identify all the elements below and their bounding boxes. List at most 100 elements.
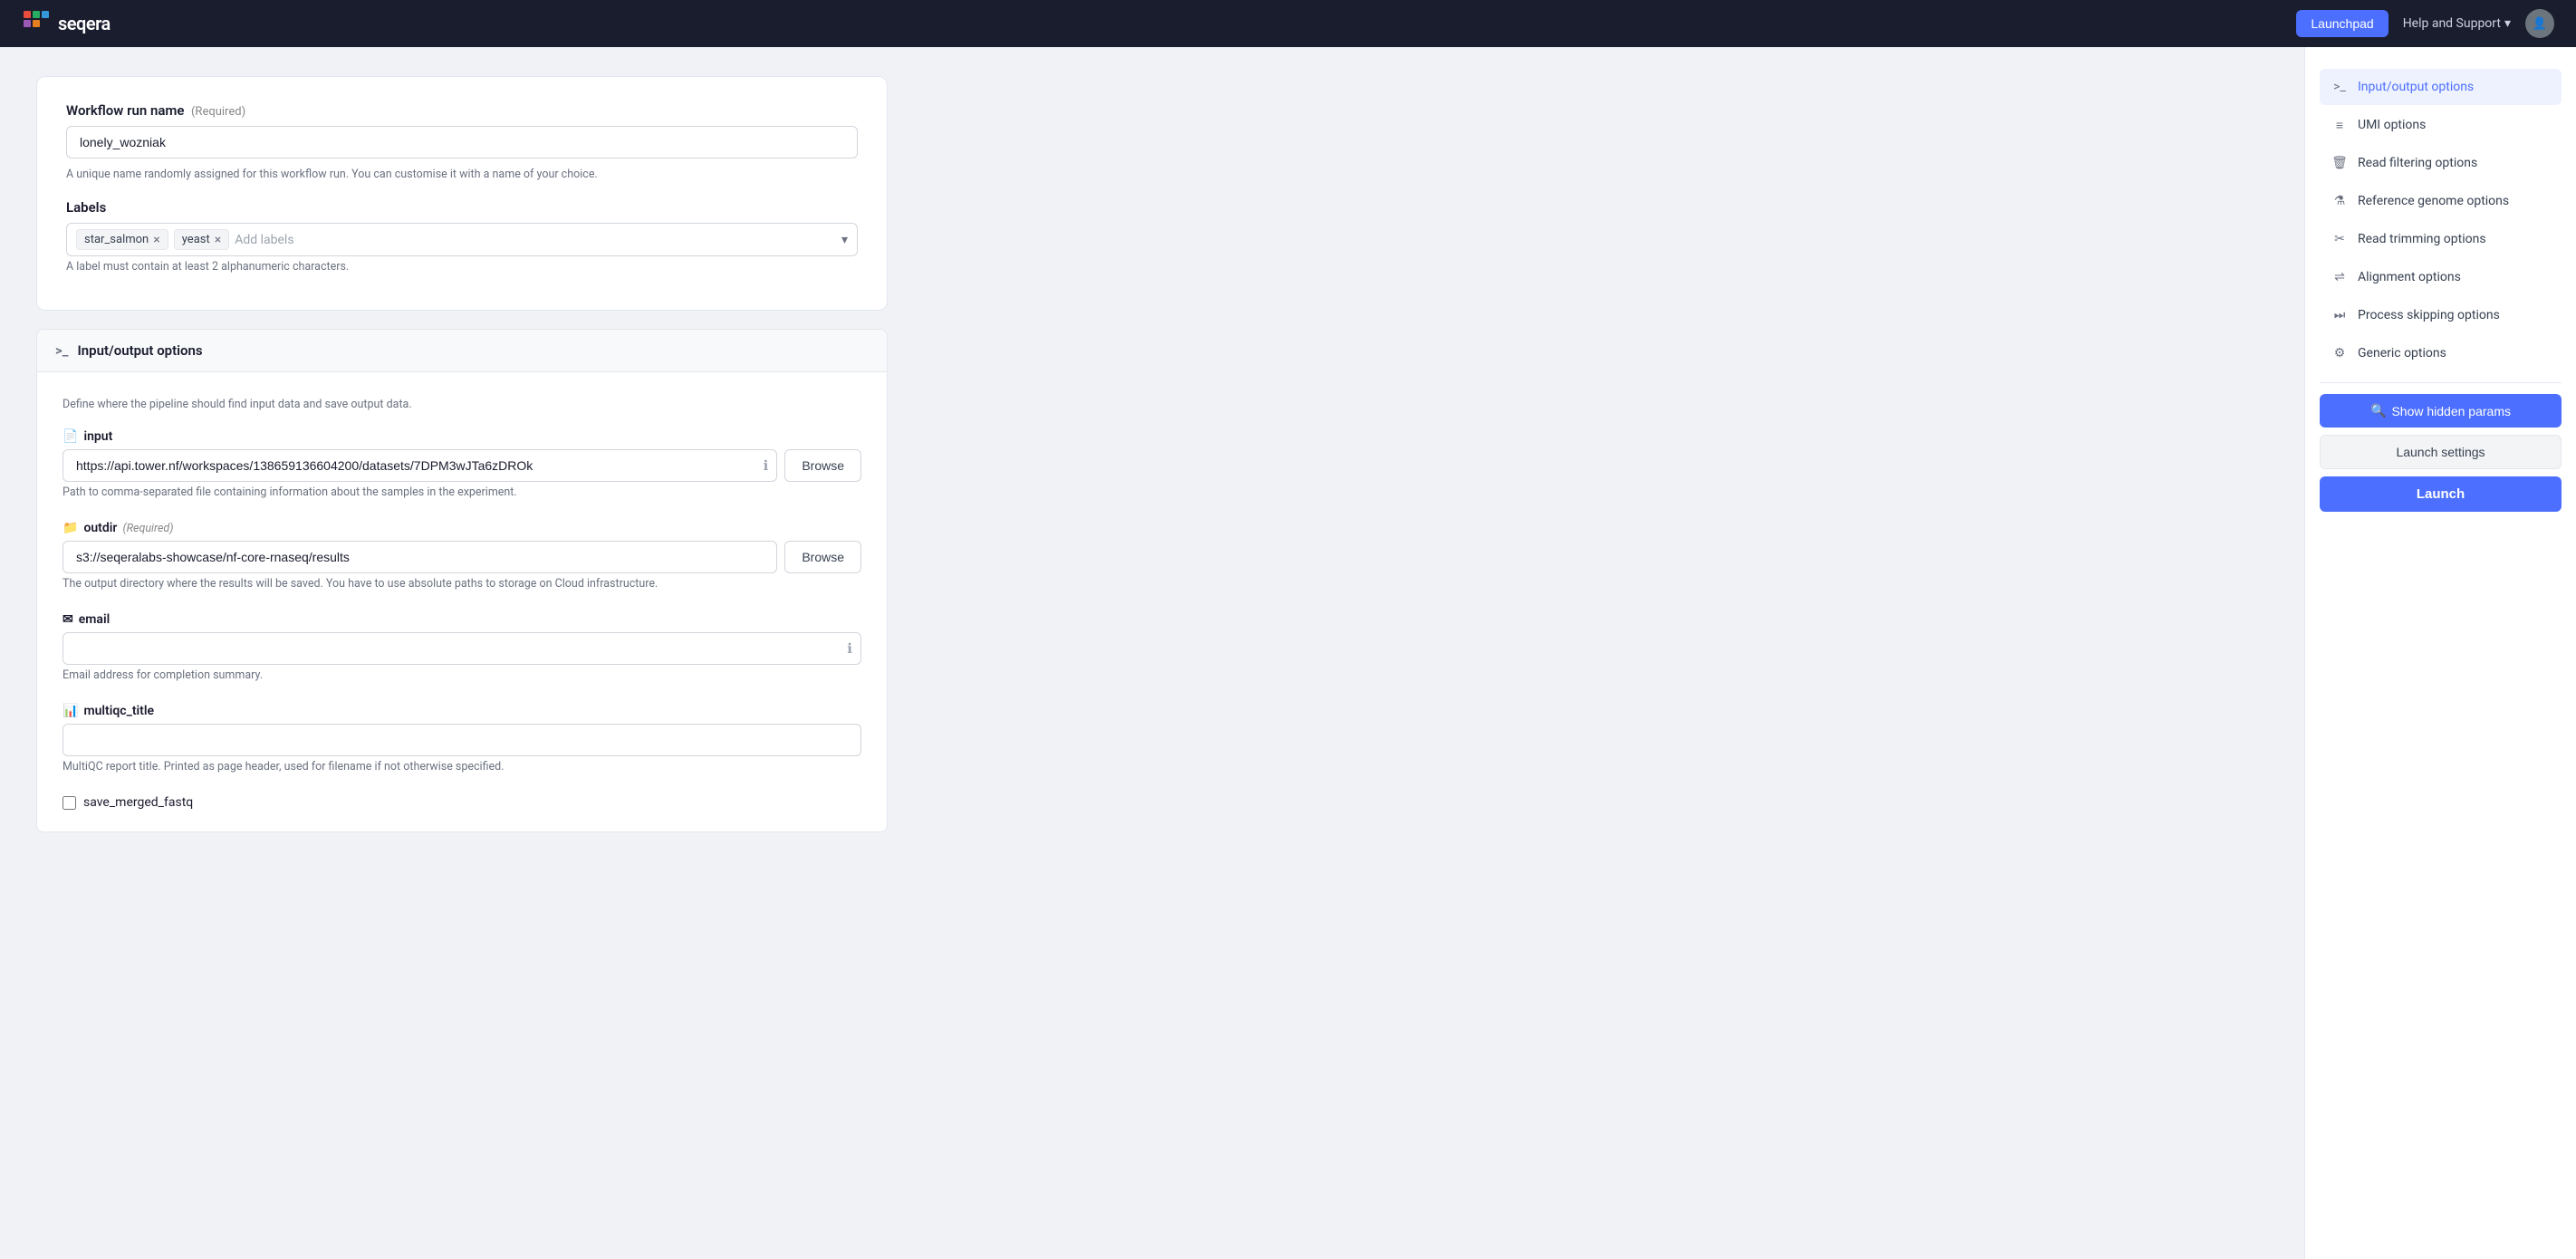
show-hidden-icon: 🔍 [2370,403,2386,418]
right-sidebar: >_ Input/output options ≡ UMI options 🗑 … [2304,47,2576,1259]
email-field[interactable] [62,632,861,665]
input-output-section: >_ Input/output options Define where the… [36,329,888,832]
section-description: Define where the pipeline should find in… [62,398,861,411]
outdir-with-browse: Browse [62,541,861,573]
sidebar-item-process-skipping-label: Process skipping options [2358,308,2500,322]
labels-input[interactable]: star_salmon × yeast × Add labels ▾ [66,223,858,256]
outdir-browse-button[interactable]: Browse [784,541,861,573]
multiqc-label-icon: 📊 [62,704,78,718]
alignment-nav-icon: ⇌ [2331,268,2349,286]
avatar-icon: 👤 [2533,17,2547,31]
label-tag-close-star-salmon[interactable]: × [153,234,159,246]
sidebar-item-read-trimming-label: Read trimming options [2358,232,2486,246]
run-name-hint: A unique name randomly assigned for this… [66,168,858,181]
labels-hint: A label must contain at least 2 alphanum… [66,260,858,274]
sidebar-item-umi[interactable]: ≡ UMI options [2320,107,2562,143]
input-label-icon: 📄 [62,429,78,444]
multiqc-hint: MultiQC report title. Printed as page he… [62,760,861,774]
sidebar-item-input-output-label: Input/output options [2358,80,2474,94]
input-field-group: 📄 input ℹ Browse Path to comma-separated… [62,429,861,499]
input-output-section-icon: >_ [55,342,68,359]
outdir-field[interactable] [62,541,777,573]
show-hidden-label: Show hidden params [2391,404,2511,418]
label-tag-star-salmon: star_salmon × [76,229,168,250]
sidebar-item-read-filtering[interactable]: 🗑 Read filtering options [2320,145,2562,181]
sidebar-item-alignment[interactable]: ⇌ Alignment options [2320,259,2562,295]
run-name-label-row: Workflow run name (Required) [66,102,858,119]
save-merged-fastq-row: save_merged_fastq [62,795,861,810]
help-support-label: Help and Support [2403,16,2501,31]
multiqc-label-text: multiqc_title [83,704,154,718]
save-merged-fastq-label: save_merged_fastq [83,795,193,810]
section-body-input-output: Define where the pipeline should find in… [36,372,888,832]
multiqc-title-field-label: 📊 multiqc_title [62,704,861,718]
umi-nav-icon: ≡ [2331,116,2349,134]
label-tag-close-yeast[interactable]: × [215,234,221,246]
generic-nav-icon: ⚙ [2331,344,2349,362]
main-content: Workflow run name (Required) A unique na… [0,47,924,1259]
multiqc-title-field[interactable] [62,724,861,756]
outdir-label-text: outdir [83,521,117,535]
sidebar-item-reference-genome[interactable]: ⚗ Reference genome options [2320,183,2562,219]
input-hint: Path to comma-separated file containing … [62,485,861,499]
input-output-nav-icon: >_ [2331,78,2349,96]
avatar[interactable]: 👤 [2525,9,2554,38]
outdir-label-icon: 📁 [62,521,78,535]
launchpad-button[interactable]: Launchpad [2296,10,2388,37]
sidebar-item-umi-label: UMI options [2358,118,2426,132]
email-icon-wrapper: ℹ [62,632,861,665]
sidebar-nav: >_ Input/output options ≡ UMI options 🗑 … [2320,69,2562,371]
sidebar-item-generic-label: Generic options [2358,346,2446,360]
email-field-label: ✉ email [62,612,861,627]
input-icon-wrapper: ℹ [62,449,777,482]
logo-text: seqera [58,13,111,34]
seqera-logo-icon [22,9,51,38]
process-skipping-nav-icon: ⏭ [2331,306,2349,324]
labels-dropdown-arrow[interactable]: ▾ [841,233,848,247]
show-hidden-params-button[interactable]: 🔍 Show hidden params [2320,394,2562,428]
launch-button[interactable]: Launch [2320,476,2562,512]
page-layout: Workflow run name (Required) A unique na… [0,47,2576,1259]
logo: seqera [22,9,111,38]
input-label-text: input [83,429,112,444]
multiqc-title-field-group: 📊 multiqc_title MultiQC report title. Pr… [62,704,861,774]
input-info-icon[interactable]: ℹ [764,457,769,474]
run-name-input[interactable] [66,126,858,159]
read-trimming-nav-icon: ✂ [2331,230,2349,248]
topnav: seqera Launchpad Help and Support ▾ 👤 [0,0,2576,47]
save-merged-fastq-checkbox[interactable] [62,796,76,810]
input-browse-button[interactable]: Browse [784,449,861,482]
sidebar-item-read-filtering-label: Read filtering options [2358,156,2477,170]
run-name-required: (Required) [191,105,245,119]
email-label-text: email [79,612,111,627]
input-with-browse: ℹ Browse [62,449,861,482]
sidebar-item-process-skipping[interactable]: ⏭ Process skipping options [2320,297,2562,333]
sidebar-item-alignment-label: Alignment options [2358,270,2461,284]
topnav-right: Launchpad Help and Support ▾ 👤 [2296,9,2554,38]
section-title-input-output: Input/output options [77,342,202,359]
email-label-icon: ✉ [62,612,73,627]
labels-title: Labels [66,199,858,216]
sidebar-item-read-trimming[interactable]: ✂ Read trimming options [2320,221,2562,257]
sidebar-item-reference-genome-label: Reference genome options [2358,194,2509,208]
labels-add-text: Add labels [235,233,293,247]
run-name-title: Workflow run name [66,102,185,119]
input-field[interactable] [62,449,777,482]
reference-genome-nav-icon: ⚗ [2331,192,2349,210]
outdir-required: (Required) [122,522,173,535]
email-field-group: ✉ email ℹ Email address for completion s… [62,612,861,682]
launch-settings-button[interactable]: Launch settings [2320,435,2562,469]
sidebar-divider [2320,382,2562,383]
label-tag-text: star_salmon [84,233,149,246]
read-filtering-nav-icon: 🗑 [2331,154,2349,172]
help-support-link[interactable]: Help and Support ▾ [2403,16,2511,31]
outdir-field-group: 📁 outdir (Required) Browse The output di… [62,521,861,591]
label-tag-text: yeast [182,233,210,246]
label-tag-yeast: yeast × [174,229,229,250]
outdir-hint: The output directory where the results w… [62,577,861,591]
email-hint: Email address for completion summary. [62,668,861,682]
section-header-input-output: >_ Input/output options [36,329,888,372]
sidebar-item-input-output[interactable]: >_ Input/output options [2320,69,2562,105]
sidebar-item-generic[interactable]: ⚙ Generic options [2320,335,2562,371]
email-info-icon[interactable]: ℹ [847,640,852,657]
